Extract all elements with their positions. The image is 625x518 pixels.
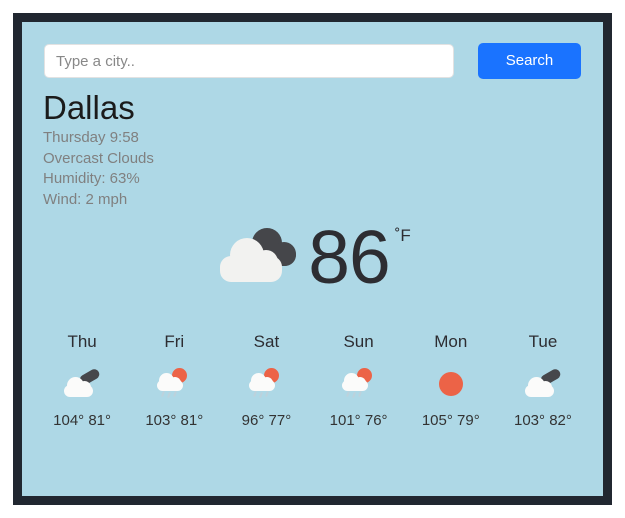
forecast-day[interactable]: Tue 103° 82°: [497, 332, 589, 429]
sun-rain-icon: [154, 366, 194, 400]
forecast-row: Thu 104° 81° Fri 103° 81° Sat 96° 77° Su…: [36, 332, 589, 429]
forecast-day[interactable]: Sun 101° 76°: [313, 332, 405, 429]
forecast-day-label: Sat: [253, 332, 280, 351]
forecast-temps: 103° 82°: [514, 412, 572, 429]
forecast-day[interactable]: Fri 103° 81°: [128, 332, 220, 429]
cloudy-icon: [523, 366, 563, 400]
search-button[interactable]: Search: [478, 43, 581, 79]
current-temperature-value: 86: [308, 215, 390, 299]
forecast-day[interactable]: Thu 104° 81°: [36, 332, 128, 429]
forecast-day-label: Sun: [343, 332, 374, 351]
forecast-day-label: Thu: [67, 332, 97, 351]
forecast-temps: 101° 76°: [329, 412, 388, 429]
weather-app-card: Search Dallas Thursday 9:58 Overcast Clo…: [13, 13, 612, 505]
day-time-text: Thursday 9:58: [43, 129, 139, 146]
current-temperature-row: 86 ˚F: [22, 212, 603, 302]
sun-rain-icon: [339, 366, 379, 400]
forecast-day[interactable]: Sat 96° 77°: [220, 332, 312, 429]
forecast-day[interactable]: Mon 105° 79°: [405, 332, 497, 429]
search-bar: Search: [44, 43, 581, 79]
search-input[interactable]: [44, 44, 454, 78]
humidity-text: Humidity: 63%: [43, 170, 140, 187]
sun-rain-icon: [246, 366, 286, 400]
forecast-day-label: Tue: [528, 332, 558, 351]
forecast-temps: 105° 79°: [421, 412, 480, 429]
forecast-temps: 96° 77°: [241, 412, 292, 429]
forecast-day-label: Mon: [434, 332, 468, 351]
city-name: Dallas: [43, 89, 135, 126]
temperature-unit-label: ˚F: [394, 226, 411, 245]
overcast-clouds-icon: [214, 226, 298, 288]
weather-app-inner: Search Dallas Thursday 9:58 Overcast Clo…: [22, 22, 603, 496]
cloudy-icon: [62, 366, 102, 400]
forecast-temps: 104° 81°: [53, 412, 112, 429]
forecast-day-label: Fri: [164, 332, 185, 351]
wind-text: Wind: 2 mph: [43, 190, 128, 208]
clear-sun-icon: [431, 366, 471, 400]
forecast-temps: 103° 81°: [145, 412, 204, 429]
current-city-info: Dallas Thursday 9:58 Overcast Clouds Hum…: [43, 88, 154, 210]
condition-text: Overcast Clouds: [43, 149, 154, 167]
